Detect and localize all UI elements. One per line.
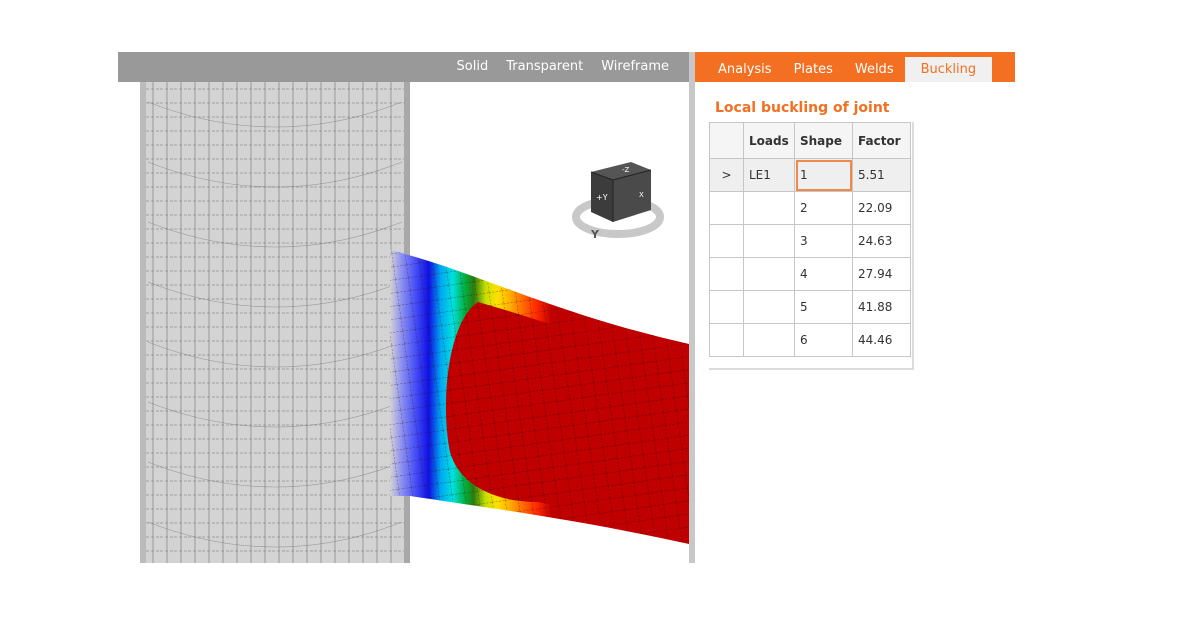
table-row[interactable]: 4 27.94 <box>709 257 911 291</box>
column-header-loads[interactable]: Loads <box>743 122 795 159</box>
shape-cell[interactable]: 1 <box>794 158 853 192</box>
branch-tube-buckling-contour <box>390 250 689 544</box>
model-scene[interactable]: -Z +Y X Y <box>118 82 689 563</box>
view-cube-front-label: +Y <box>596 193 608 202</box>
render-mode-toolbar: Solid Transparent Wireframe <box>118 52 689 82</box>
loads-cell[interactable] <box>743 224 795 258</box>
shape-cell[interactable]: 3 <box>794 224 853 258</box>
table-row[interactable]: 2 22.09 <box>709 191 911 225</box>
render-mode-transparent-button[interactable]: Transparent <box>497 52 592 82</box>
table-row[interactable]: 5 41.88 <box>709 290 911 324</box>
view-cube-right-label: X <box>639 191 644 199</box>
buckling-results-table: Loads Shape Factor > LE1 1 5.51 2 22.09 <box>709 122 911 357</box>
column-tube <box>140 82 410 563</box>
section-title: Local buckling of joint <box>715 100 890 116</box>
loads-cell[interactable] <box>743 191 795 225</box>
tab-plates[interactable]: Plates <box>783 57 844 82</box>
table-row[interactable]: > LE1 1 5.51 <box>709 158 911 192</box>
row-selector[interactable] <box>709 224 744 258</box>
shape-cell[interactable]: 6 <box>794 323 853 357</box>
render-mode-solid-button[interactable]: Solid <box>448 52 498 82</box>
3d-viewport[interactable]: Solid Transparent Wireframe -Z +Y X Y <box>118 52 689 563</box>
loads-cell[interactable]: LE1 <box>743 158 795 192</box>
loads-cell[interactable] <box>743 257 795 291</box>
render-mode-wireframe-button[interactable]: Wireframe <box>592 52 689 82</box>
row-selector[interactable] <box>709 257 744 291</box>
shape-cell[interactable]: 2 <box>794 191 853 225</box>
row-selector[interactable] <box>709 323 744 357</box>
factor-cell[interactable]: 44.46 <box>852 323 911 357</box>
factor-cell[interactable]: 22.09 <box>852 191 911 225</box>
loads-cell[interactable] <box>743 323 795 357</box>
shape-cell[interactable]: 5 <box>794 290 853 324</box>
view-cube-top-label: -Z <box>622 166 630 174</box>
shape-cell[interactable]: 4 <box>794 257 853 291</box>
column-header-factor[interactable]: Factor <box>852 122 911 159</box>
view-cube[interactable]: -Z +Y X Y <box>572 162 664 241</box>
column-header-shape[interactable]: Shape <box>794 122 853 159</box>
tab-analysis[interactable]: Analysis <box>707 57 783 82</box>
factor-cell[interactable]: 27.94 <box>852 257 911 291</box>
factor-cell[interactable]: 41.88 <box>852 290 911 324</box>
table-row[interactable]: 6 44.46 <box>709 323 911 357</box>
factor-cell[interactable]: 24.63 <box>852 224 911 258</box>
table-row[interactable]: 3 24.63 <box>709 224 911 258</box>
row-selector[interactable] <box>709 290 744 324</box>
table-header-row: Loads Shape Factor <box>709 122 911 159</box>
loads-cell[interactable] <box>743 290 795 324</box>
factor-cell[interactable]: 5.51 <box>852 158 911 192</box>
row-selector[interactable] <box>709 191 744 225</box>
tab-welds[interactable]: Welds <box>844 57 905 82</box>
row-selector-icon[interactable]: > <box>709 158 744 192</box>
results-tabbar: Analysis Plates Welds Buckling <box>695 52 1015 82</box>
tab-buckling[interactable]: Buckling <box>904 57 993 82</box>
column-header-row-marker <box>709 122 744 159</box>
view-cube-axis-label: Y <box>590 228 600 241</box>
results-panel: Analysis Plates Welds Buckling Local buc… <box>695 52 1015 563</box>
